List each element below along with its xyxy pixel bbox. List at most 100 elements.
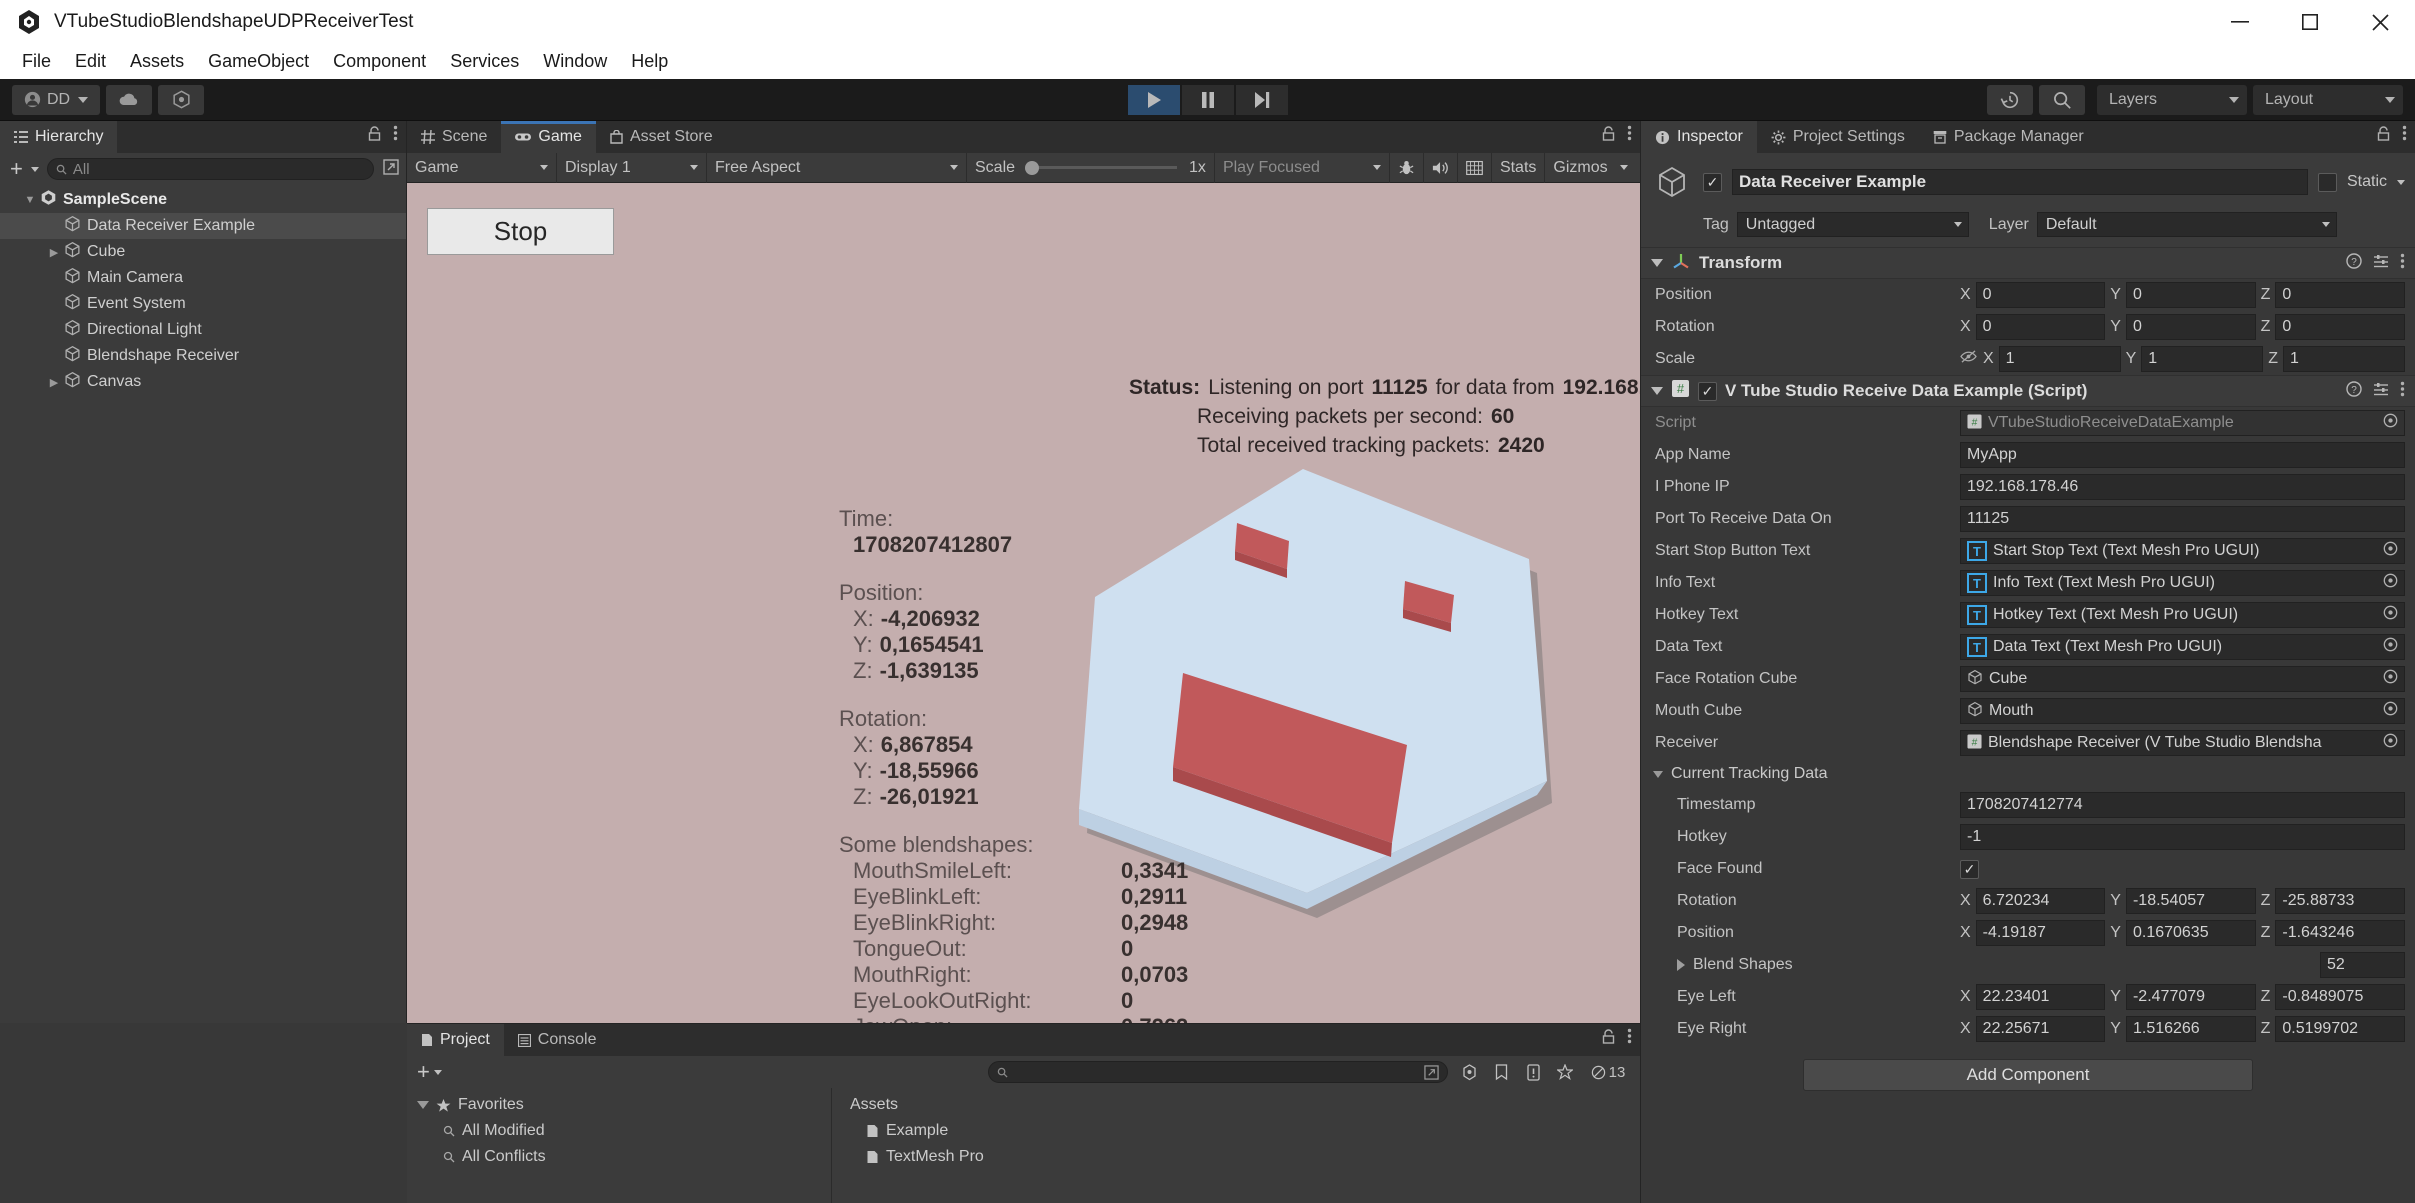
search-icon[interactable] xyxy=(2039,84,2085,115)
value-y-field[interactable]: -2.477079 xyxy=(2125,984,2256,1010)
play-mode-dropdown[interactable]: Play Focused xyxy=(1215,152,1390,183)
chevron-down-icon[interactable]: ▼ xyxy=(22,194,38,206)
hierarchy-item-main-camera[interactable]: Main Camera xyxy=(0,265,406,291)
tab-project[interactable]: Project xyxy=(407,1024,504,1056)
step-button[interactable] xyxy=(1235,84,1288,115)
value-z-field[interactable]: -0.8489075 xyxy=(2275,984,2405,1010)
chevron-down-icon[interactable] xyxy=(433,1069,442,1075)
more-menu-icon[interactable] xyxy=(2402,125,2407,146)
aspect-dropdown[interactable]: Free Aspect xyxy=(707,152,967,183)
value-y-field[interactable]: 1.516266 xyxy=(2125,1016,2256,1042)
hierarchy-item-event-system[interactable]: Event System xyxy=(0,291,406,317)
favorites-root[interactable]: Favorites xyxy=(407,1092,831,1118)
hierarchy-item-directional-light[interactable]: Directional Light xyxy=(0,317,406,343)
timestamp-field[interactable]: 1708207412774 xyxy=(1960,792,2405,818)
gameobject-enabled-checkbox[interactable]: ✓ xyxy=(1703,172,1722,192)
field-value[interactable]: # Blendshape Receiver (V Tube Studio Blen… xyxy=(1960,730,2405,756)
scale-slider-track[interactable] xyxy=(1025,160,1178,175)
cloud-button[interactable] xyxy=(106,84,152,115)
value-z-field[interactable]: -25.88733 xyxy=(2275,888,2405,914)
menu-assets[interactable]: Assets xyxy=(118,44,196,79)
value-z-field[interactable]: 0 xyxy=(2275,282,2405,308)
game-render-area[interactable]: Stop Status: Listening on port 11125 for… xyxy=(407,183,1640,1023)
project-assets-tree[interactable]: Assets Example TextMesh Pro xyxy=(832,1088,1640,1203)
transform-component-header[interactable]: Transform ? xyxy=(1641,247,2415,279)
script-enabled-checkbox[interactable]: ✓ xyxy=(1698,381,1717,401)
lock-icon[interactable] xyxy=(1602,125,1615,146)
field-value[interactable]: 11125 xyxy=(1960,506,2405,532)
gizmos-dropdown[interactable]: Gizmos xyxy=(1545,153,1635,183)
hierarchy-item-data-receiver-example[interactable]: Data Receiver Example xyxy=(0,213,406,239)
bug-icon[interactable] xyxy=(1390,152,1424,183)
chevron-down-icon[interactable] xyxy=(2397,179,2405,185)
pause-button[interactable] xyxy=(1181,84,1234,115)
chevron-right-icon[interactable] xyxy=(1677,959,1685,971)
object-picker-icon[interactable] xyxy=(2383,541,2398,561)
tab-package-manager[interactable]: Package Manager xyxy=(1919,121,2098,153)
field-value[interactable]: # VTubeStudioReceiveDataExample xyxy=(1960,410,2405,436)
value-x-field[interactable]: 22.25671 xyxy=(1975,1016,2106,1042)
twisty[interactable] xyxy=(46,324,62,336)
lock-icon[interactable] xyxy=(1602,1028,1615,1049)
twisty[interactable] xyxy=(46,272,62,284)
tab-console[interactable]: Console xyxy=(504,1024,611,1056)
scale-slider[interactable]: Scale 1x xyxy=(967,152,1215,183)
tab-game[interactable]: Game xyxy=(501,121,596,153)
script-component-header[interactable]: # ✓ V Tube Studio Receive Data Example (… xyxy=(1641,375,2415,407)
object-picker-icon[interactable] xyxy=(2383,701,2398,721)
help-icon[interactable]: ? xyxy=(2346,252,2362,274)
asset-folder-example[interactable]: Example xyxy=(832,1118,1640,1144)
chevron-down-icon[interactable] xyxy=(1651,387,1663,395)
menu-help[interactable]: Help xyxy=(619,44,680,79)
object-picker-icon[interactable] xyxy=(2383,637,2398,657)
help-icon[interactable]: ? xyxy=(2346,380,2362,402)
value-x-field[interactable]: 22.23401 xyxy=(1975,984,2106,1010)
menu-file[interactable]: File xyxy=(10,44,63,79)
tab-inspector[interactable]: Inspector xyxy=(1641,121,1757,153)
value-y-field[interactable]: 0 xyxy=(2125,314,2256,340)
layout-dropdown[interactable]: Layout xyxy=(2253,84,2403,115)
value-z-field[interactable]: 0 xyxy=(2275,314,2405,340)
audio-icon[interactable] xyxy=(1424,152,1458,183)
more-menu-icon[interactable] xyxy=(1627,125,1632,146)
twisty[interactable] xyxy=(46,350,62,362)
hotkey-field[interactable]: -1 xyxy=(1960,824,2405,850)
value-z-field[interactable]: -1.643246 xyxy=(2275,920,2405,946)
value-x-field[interactable]: 6.720234 xyxy=(1975,888,2106,914)
twisty[interactable] xyxy=(46,298,62,310)
filter-by-label-icon[interactable] xyxy=(1486,1060,1516,1084)
undo-history-icon[interactable] xyxy=(1987,84,2033,115)
object-picker-icon[interactable] xyxy=(2383,669,2398,689)
field-value[interactable]: T Info Text (Text Mesh Pro UGUI) xyxy=(1960,570,2405,596)
value-y-field[interactable]: 0.1670635 xyxy=(2125,920,2256,946)
scale-lock-icon[interactable] xyxy=(1960,349,1977,369)
field-value[interactable]: T Hotkey Text (Text Mesh Pro UGUI) xyxy=(1960,602,2405,628)
menu-edit[interactable]: Edit xyxy=(63,44,118,79)
warning-icon[interactable] xyxy=(1518,1060,1548,1084)
chevron-right-icon[interactable]: ▶ xyxy=(46,376,62,389)
twisty[interactable] xyxy=(46,220,62,232)
tag-dropdown[interactable]: Untagged xyxy=(1736,212,1969,237)
chevron-right-icon[interactable]: ▶ xyxy=(46,246,62,259)
object-picker-icon[interactable] xyxy=(2383,413,2398,433)
chevron-down-icon[interactable] xyxy=(1653,770,1663,778)
account-dropdown[interactable]: DD xyxy=(12,84,100,115)
hidden-packages-count[interactable]: 13 xyxy=(1582,1060,1634,1084)
hierarchy-item-blendshape-receiver[interactable]: Blendshape Receiver xyxy=(0,343,406,369)
hierarchy-search-input[interactable]: All xyxy=(46,158,374,180)
maximize-button[interactable] xyxy=(2275,0,2345,44)
close-button[interactable] xyxy=(2345,0,2415,44)
project-search-input[interactable] xyxy=(988,1061,1448,1083)
lock-icon[interactable] xyxy=(368,125,381,146)
static-checkbox[interactable] xyxy=(2317,172,2337,192)
preset-icon[interactable] xyxy=(2373,253,2389,274)
value-x-field[interactable]: 0 xyxy=(1975,314,2106,340)
add-component-button[interactable]: Add Component xyxy=(1803,1059,2253,1091)
layer-dropdown[interactable]: Default xyxy=(2036,212,2337,237)
menu-gameobject[interactable]: GameObject xyxy=(196,44,321,79)
more-menu-icon[interactable] xyxy=(2400,253,2405,274)
hierarchy-item-cube[interactable]: ▶ Cube xyxy=(0,239,406,265)
scale-slider-knob[interactable] xyxy=(1025,160,1040,175)
add-gameobject-button[interactable]: + xyxy=(6,156,27,182)
current-tracking-data-section[interactable]: Current Tracking Data xyxy=(1641,759,2415,789)
